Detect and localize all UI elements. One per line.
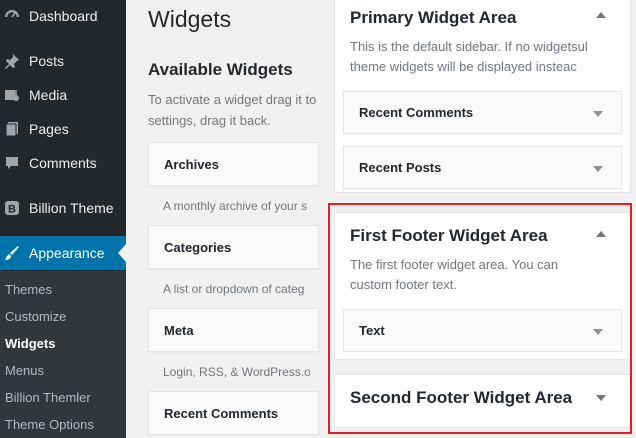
placed-widget-recent-comments[interactable]: Recent Comments [343,91,622,134]
submenu-item-customize[interactable]: Customize [5,309,66,324]
widget-categories[interactable]: Categories [148,225,319,269]
widget-title: Recent Posts [359,160,442,175]
menu-label: Dashboard [29,8,98,24]
widget-title: Recent Comments [359,105,474,120]
submenu-item-widgets[interactable]: Widgets [5,336,55,351]
available-widgets-description: To activate a widget drag it to settings… [148,89,328,131]
widget-meta[interactable]: Meta [148,308,319,352]
description-line: theme widgets will be displayed insteac [350,59,577,74]
menu-label: Comments [29,155,97,171]
primary-widget-area: Primary Widget Area This is the default … [334,0,631,193]
menu-item-pages[interactable]: Pages [0,114,126,144]
page-title: Widgets [148,6,232,32]
admin-sidebar: Dashboard Posts Media Pages Comments B B… [0,0,126,438]
menu-label: Media [29,87,68,103]
expand-arrow-icon[interactable] [593,166,603,172]
submenu-item-theme-options[interactable]: Theme Options [5,417,94,432]
dashboard-icon [3,7,21,25]
menu-label: Billion Theme [29,200,114,216]
widget-description: A list or dropdown of categ [163,282,305,296]
menu-item-media[interactable]: Media [0,80,126,110]
collapse-arrow-icon[interactable] [596,12,606,18]
b-logo-icon: B [3,199,21,217]
submenu-item-menus[interactable]: Menus [5,363,44,378]
wp-admin-widgets-screen: Dashboard Posts Media Pages Comments B B… [0,0,636,438]
pin-icon [3,52,21,70]
widget-area-title[interactable]: Primary Widget Area [350,8,516,28]
menu-item-posts[interactable]: Posts [0,46,126,76]
appearance-submenu: Themes Customize Widgets Menus Billion T… [0,271,126,438]
submenu-item-themes[interactable]: Themes [5,282,52,297]
widget-recent-comments[interactable]: Recent Comments [148,391,319,435]
widget-description: A monthly archive of your s [163,199,308,213]
highlight-box [328,203,632,434]
widget-area-description: This is the default sidebar. If no widge… [350,37,587,77]
menu-item-dashboard[interactable]: Dashboard [0,1,126,31]
submenu-item-billion-themler[interactable]: Billion Themler [5,390,91,405]
media-icon [3,86,21,104]
pages-icon [3,120,21,138]
menu-item-comments[interactable]: Comments [0,148,126,178]
available-widgets-title: Available Widgets [148,60,293,79]
menu-label: Appearance [29,245,105,261]
menu-item-appearance[interactable]: Appearance [0,236,126,270]
menu-item-billion-theme[interactable]: B Billion Theme [0,193,126,223]
active-menu-arrow [118,244,126,262]
comments-icon [3,154,21,172]
svg-text:B: B [8,204,16,216]
placed-widget-recent-posts[interactable]: Recent Posts [343,146,622,189]
widget-description: Login, RSS, & WordPress.o [163,365,310,379]
expand-arrow-icon[interactable] [593,111,603,117]
widget-archives[interactable]: Archives [148,142,319,186]
description-line: To activate a widget drag it to [148,92,317,107]
menu-label: Posts [29,53,65,69]
menu-label: Pages [29,121,69,137]
description-line: settings, drag it back. [148,113,271,128]
description-line: This is the default sidebar. If no widge… [350,39,587,54]
brush-icon [3,244,21,262]
